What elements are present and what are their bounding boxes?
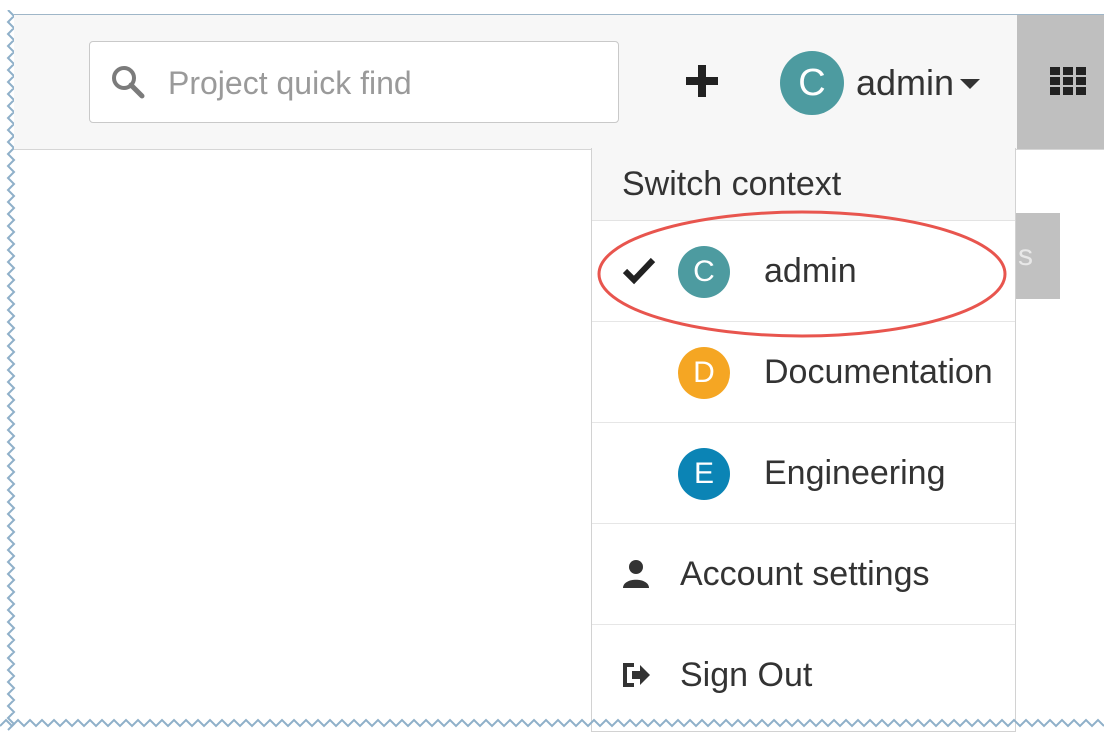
torn-edge-bottom: [0, 718, 1104, 728]
context-label: admin: [764, 252, 857, 290]
context-avatar: D: [678, 347, 730, 399]
context-avatar: E: [678, 448, 730, 500]
context-avatar: C: [678, 246, 730, 298]
grid-icon: [1050, 67, 1086, 95]
sign-out-label: Sign Out: [680, 656, 813, 694]
chevron-down-icon: [960, 79, 981, 89]
project-quick-find[interactable]: [89, 41, 619, 123]
avatar: C: [780, 51, 844, 115]
context-label: Documentation: [764, 353, 993, 391]
account-settings-label: Account settings: [680, 555, 930, 593]
switch-context-dropdown: Switch context C admin D Documentation E…: [591, 148, 1016, 732]
user-menu-toggle[interactable]: C admin: [780, 51, 981, 115]
context-item-documentation[interactable]: D Documentation: [592, 322, 1015, 423]
background-tab: s: [1016, 213, 1060, 299]
dropdown-header: Switch context: [592, 148, 1015, 221]
user-icon: [623, 560, 649, 588]
user-name: admin: [856, 62, 955, 103]
context-item-admin[interactable]: C admin: [592, 221, 1015, 322]
account-settings-item[interactable]: Account settings: [592, 524, 1015, 625]
search-input[interactable]: [166, 56, 600, 110]
plus-icon: [686, 65, 718, 97]
sign-out-item[interactable]: Sign Out: [592, 625, 1015, 726]
checkmark-icon: [622, 257, 656, 285]
search-icon: [112, 66, 145, 99]
sign-out-icon: [623, 663, 650, 687]
add-project-button[interactable]: [682, 61, 722, 101]
context-label: Engineering: [764, 454, 946, 492]
context-item-engineering[interactable]: E Engineering: [592, 423, 1015, 524]
top-navigation-bar: C admin: [14, 14, 1104, 150]
app-launcher-button[interactable]: [1017, 15, 1104, 149]
